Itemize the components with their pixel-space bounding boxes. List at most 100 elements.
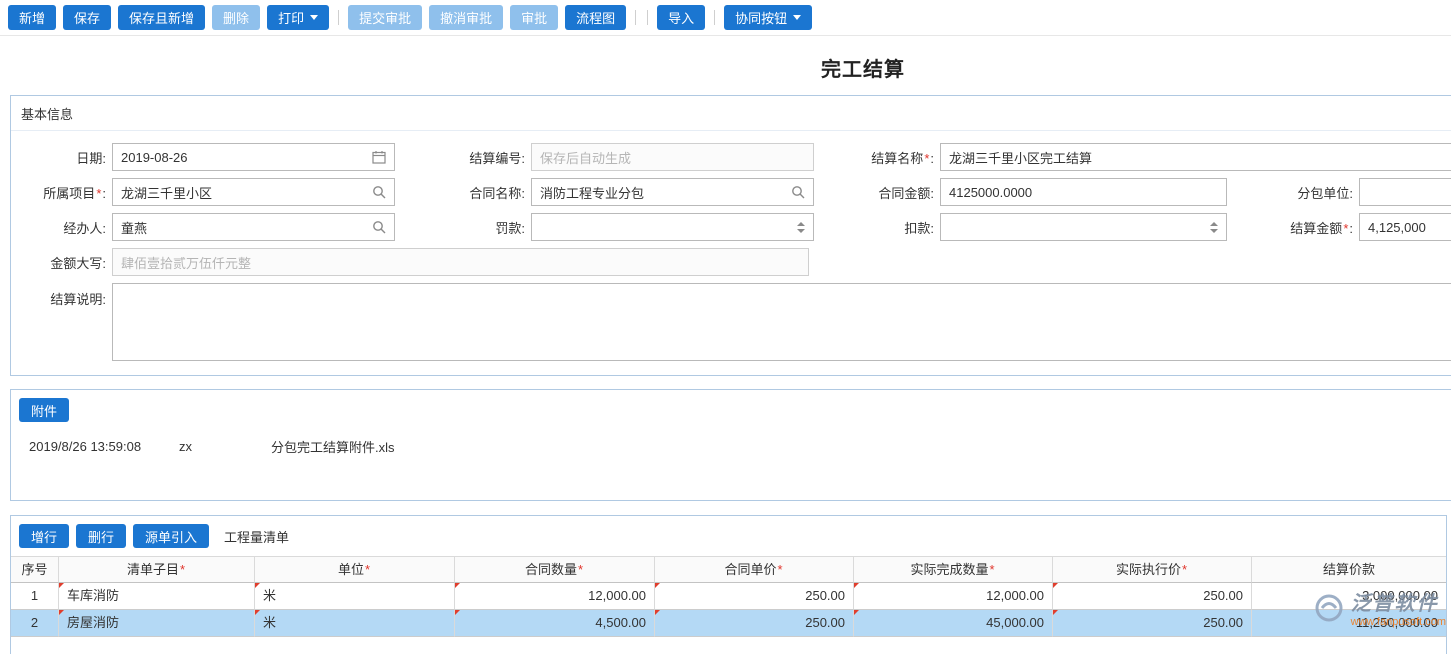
header-actual-qty: 实际完成数量* — [854, 556, 1053, 583]
form-row: 所属项目*: 龙湖三千里小区 合同名称: 消防工程专业分包 合同金额: 412 — [11, 178, 1451, 206]
subcontract-unit-input[interactable] — [1359, 178, 1451, 206]
header-actual-price: 实际执行价* — [1053, 556, 1252, 583]
print-button[interactable]: 打印 — [267, 5, 329, 30]
settlement-amount-label: 结算金额*: — [1227, 218, 1353, 237]
caret-down-icon — [793, 15, 801, 20]
basic-info-form: 日期: 2019-08-26 结算编号: 保存后自动生成 结算名称*: 龙湖三千… — [11, 131, 1451, 375]
penalty-input[interactable] — [531, 213, 814, 241]
header-contract-qty: 合同数量* — [455, 556, 655, 583]
toolbar-separator — [647, 10, 648, 25]
required-marker: * — [365, 562, 370, 577]
calendar-icon[interactable] — [372, 150, 386, 164]
required-marker: * — [777, 562, 782, 577]
settlement-no-input: 保存后自动生成 — [531, 143, 814, 171]
import-button[interactable]: 导入 — [657, 5, 705, 30]
detail-toolbar: 增行 删行 源单引入 工程量清单 — [11, 516, 1446, 556]
handler-input[interactable]: 童燕 — [112, 213, 395, 241]
amount-in-words-input: 肆佰壹拾贰万伍仟元整 — [112, 248, 809, 276]
cell-settlement-price: 11,250,000.00 — [1252, 610, 1446, 637]
print-button-label: 打印 — [278, 8, 304, 27]
project-input[interactable]: 龙湖三千里小区 — [112, 178, 395, 206]
source-import-button[interactable]: 源单引入 — [133, 524, 209, 548]
form-row: 金额大写: 肆佰壹拾贰万伍仟元整 — [11, 248, 1451, 276]
delete-button: 删除 — [212, 5, 260, 30]
handler-label: 经办人: — [11, 218, 106, 237]
cell-contract-qty[interactable]: 12,000.00 — [455, 583, 655, 610]
cell-seq: 1 — [11, 583, 59, 610]
header-contract-price: 合同单价* — [655, 556, 854, 583]
cell-actual-price[interactable]: 250.00 — [1053, 610, 1252, 637]
page-title: 完工结算 — [821, 53, 905, 82]
cell-unit[interactable]: 米 — [255, 583, 455, 610]
attachment-item: 2019/8/26 13:59:08 zx 分包完工结算附件.xls — [19, 437, 1451, 456]
contract-name-input[interactable]: 消防工程专业分包 — [531, 178, 814, 206]
quantity-list-tab-label: 工程量清单 — [224, 527, 289, 546]
cell-list-item[interactable]: 车库消防 — [59, 583, 255, 610]
required-marker: * — [96, 186, 101, 201]
number-stepper[interactable] — [1210, 222, 1218, 233]
caret-down-icon — [310, 15, 318, 20]
title-row: 完工结算 — [0, 36, 1451, 95]
form-row: 结算说明: — [11, 283, 1451, 361]
cell-actual-qty[interactable]: 12,000.00 — [854, 583, 1053, 610]
settlement-name-input[interactable]: 龙湖三千里小区完工结算 — [940, 143, 1451, 171]
submit-approval-button: 提交审批 — [348, 5, 422, 30]
main-toolbar: 新增 保存 保存且新增 删除 打印 提交审批 撤消审批 审批 流程图 导入 协同… — [0, 0, 1451, 36]
cell-contract-price[interactable]: 250.00 — [655, 610, 854, 637]
settlement-note-textarea[interactable] — [112, 283, 1451, 361]
attachment-button[interactable]: 附件 — [19, 398, 69, 422]
toolbar-separator — [338, 10, 339, 25]
save-and-new-button[interactable]: 保存且新增 — [118, 5, 205, 30]
search-icon[interactable] — [372, 220, 386, 234]
settlement-amount-value: 4,125,000 — [1368, 220, 1451, 235]
number-stepper[interactable] — [797, 222, 805, 233]
attachments-panel: 附件 2019/8/26 13:59:08 zx 分包完工结算附件.xls — [10, 389, 1451, 501]
flowchart-button[interactable]: 流程图 — [565, 5, 626, 30]
amount-in-words-value: 肆佰壹拾贰万伍仟元整 — [121, 253, 800, 272]
subcontract-unit-label: 分包单位: — [1227, 183, 1353, 202]
cell-actual-qty[interactable]: 45,000.00 — [854, 610, 1053, 637]
cell-contract-qty[interactable]: 4,500.00 — [455, 610, 655, 637]
attachment-filename[interactable]: 分包完工结算附件.xls — [271, 437, 395, 456]
header-unit: 单位* — [255, 556, 455, 583]
save-button[interactable]: 保存 — [63, 5, 111, 30]
cell-contract-price[interactable]: 250.00 — [655, 583, 854, 610]
settlement-name-label: 结算名称*: — [814, 148, 934, 167]
new-button[interactable]: 新增 — [8, 5, 56, 30]
collaboration-button[interactable]: 协同按钮 — [724, 5, 812, 30]
add-row-button[interactable]: 增行 — [19, 524, 69, 548]
date-input[interactable]: 2019-08-26 — [112, 143, 395, 171]
delete-row-button[interactable]: 删行 — [76, 524, 126, 548]
attachment-time: 2019/8/26 13:59:08 — [29, 439, 179, 454]
settlement-note-label: 结算说明: — [11, 283, 106, 308]
required-marker: * — [989, 562, 994, 577]
date-label: 日期: — [11, 148, 106, 167]
cancel-approval-button: 撤消审批 — [429, 5, 503, 30]
items-table: 序号 清单子目* 单位* 合同数量* 合同单价* 实际完成数量* 实际执行价* … — [11, 556, 1446, 637]
deduction-label: 扣款: — [814, 218, 934, 237]
required-marker: * — [180, 562, 185, 577]
amount-in-words-label: 金额大写: — [11, 253, 106, 272]
settlement-amount-input[interactable]: 4,125,000 — [1359, 213, 1451, 241]
contract-amount-value: 4125000.0000 — [949, 185, 1218, 200]
table-row[interactable]: 1 车库消防 米 12,000.00 250.00 12,000.00 250.… — [11, 583, 1446, 610]
penalty-label: 罚款: — [395, 218, 525, 237]
search-icon[interactable] — [372, 185, 386, 199]
cell-unit[interactable]: 米 — [255, 610, 455, 637]
settlement-no-label: 结算编号: — [395, 148, 525, 167]
attachment-uploader: zx — [179, 439, 271, 454]
form-row: 经办人: 童燕 罚款: 扣款: 结算金额*: — [11, 213, 1451, 241]
search-icon[interactable] — [791, 185, 805, 199]
basic-info-section-title: 基本信息 — [11, 96, 1451, 131]
cell-actual-price[interactable]: 250.00 — [1053, 583, 1252, 610]
header-settlement-price: 结算价款 — [1252, 556, 1446, 583]
approve-button: 审批 — [510, 5, 558, 30]
date-value: 2019-08-26 — [121, 150, 366, 165]
collaboration-button-label: 协同按钮 — [735, 8, 787, 27]
contract-amount-input[interactable]: 4125000.0000 — [940, 178, 1227, 206]
cell-list-item[interactable]: 房屋消防 — [59, 610, 255, 637]
table-row[interactable]: 2 房屋消防 米 4,500.00 250.00 45,000.00 250.0… — [11, 610, 1446, 637]
page-root: 新增 保存 保存且新增 删除 打印 提交审批 撤消审批 审批 流程图 导入 协同… — [0, 0, 1451, 654]
contract-name-label: 合同名称: — [395, 183, 525, 202]
deduction-input[interactable] — [940, 213, 1227, 241]
